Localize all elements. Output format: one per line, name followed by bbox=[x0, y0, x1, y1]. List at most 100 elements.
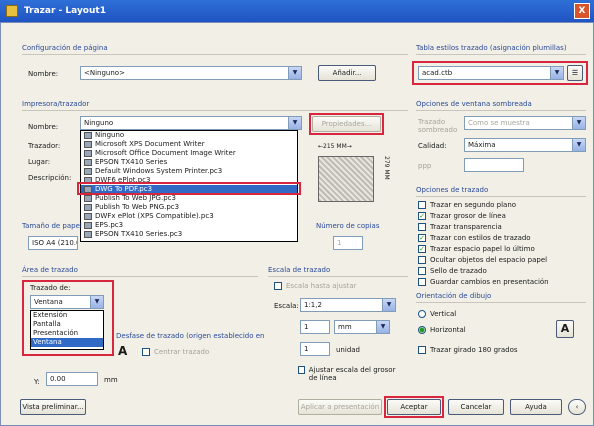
apply-to-layout-button[interactable]: Aplicar a presentación bbox=[298, 399, 382, 415]
copies-group-title: Número de copias bbox=[316, 222, 380, 230]
printer-option[interactable]: EPSON TX410 Series bbox=[81, 158, 297, 167]
fit-scale-checkbox[interactable]: Escala hasta ajustar bbox=[274, 282, 357, 290]
checkbox-box[interactable]: ✓ bbox=[418, 211, 426, 220]
plot-option-paperspace-last[interactable]: ✓ Trazar espacio papel lo último bbox=[418, 243, 586, 254]
printer-icon bbox=[84, 132, 92, 139]
plot-area-value: Ventana bbox=[34, 298, 63, 306]
scale-unit-select[interactable]: mm ▼ bbox=[334, 320, 390, 334]
style-table-divider bbox=[416, 54, 586, 55]
offset-y-label: Y: bbox=[34, 378, 40, 386]
plot-area-option[interactable]: Pantalla bbox=[31, 320, 103, 329]
orientation-group-title: Orientación de dibujo bbox=[416, 292, 492, 300]
printer-option[interactable]: Default Windows System Printer.pc3 bbox=[81, 167, 297, 176]
checkbox-box[interactable] bbox=[418, 266, 426, 275]
page-setup-name-select[interactable]: <Ninguno> ▼ bbox=[80, 66, 302, 80]
checkbox-box[interactable] bbox=[418, 346, 426, 354]
quality-select[interactable]: Máxima ▼ bbox=[464, 138, 586, 152]
plot-option-stamp[interactable]: Sello de trazado bbox=[418, 265, 586, 276]
printer-icon bbox=[84, 150, 92, 157]
scale-value-2-field[interactable]: 1 bbox=[300, 342, 330, 356]
portrait-radio[interactable]: Vertical bbox=[418, 310, 456, 318]
preview-button[interactable]: Vista preliminar... bbox=[20, 399, 86, 415]
dpi-field[interactable] bbox=[464, 158, 524, 172]
add-page-setup-button[interactable]: Añadir... bbox=[318, 65, 376, 81]
close-button[interactable]: X bbox=[574, 3, 590, 19]
printer-icon bbox=[84, 222, 92, 229]
plot-scale-divider bbox=[268, 276, 408, 277]
checkbox-box[interactable]: ✓ bbox=[418, 244, 426, 253]
scale-value-1-field[interactable]: 1 bbox=[300, 320, 330, 334]
plot-what-label: Trazado de: bbox=[30, 284, 71, 292]
quality-value: Máxima bbox=[468, 141, 496, 149]
checkbox-box[interactable]: ✓ bbox=[418, 233, 426, 242]
orientation-preview-icon: A bbox=[556, 320, 574, 338]
center-plot-checkbox[interactable]: Centrar trazado bbox=[142, 348, 209, 356]
selected-printer-highlight bbox=[77, 182, 301, 195]
scale-unit-value: mm bbox=[338, 323, 352, 331]
plot-option-save-changes[interactable]: Guardar cambios en presentación bbox=[418, 276, 586, 287]
more-options-button[interactable]: ‹ bbox=[568, 399, 586, 415]
plot-area-group-title: Área de trazado bbox=[22, 266, 78, 274]
plot-area-option[interactable]: Presentación bbox=[31, 329, 103, 338]
help-button[interactable]: Ayuda bbox=[510, 399, 562, 415]
checkbox-box[interactable] bbox=[418, 200, 426, 209]
page-setup-group-title: Configuración de página bbox=[22, 44, 108, 52]
plot-scale-group-title: Escala de trazado bbox=[268, 266, 331, 274]
offset-y-field[interactable]: 0.00 bbox=[46, 372, 98, 386]
plot-option-background[interactable]: Trazar en segundo plano bbox=[418, 199, 586, 210]
radio-button-selected[interactable] bbox=[418, 326, 426, 334]
radio-button[interactable] bbox=[418, 310, 426, 318]
style-table-select[interactable]: acad.ctb ▼ bbox=[418, 66, 564, 80]
plot-option-styles[interactable]: ✓ Trazar con estilos de trazado bbox=[418, 232, 586, 243]
plot-options-list: Trazar en segundo plano ✓ Trazar grosor d… bbox=[418, 199, 586, 287]
chevron-down-icon: ▼ bbox=[572, 139, 585, 151]
scale-lineweights-checkbox[interactable]: Ajustar escala del grosor de línea bbox=[298, 366, 402, 382]
checkbox-box[interactable] bbox=[418, 255, 426, 264]
scale-select[interactable]: 1:1,2 ▼ bbox=[300, 298, 396, 312]
shaded-viewport-group-title: Opciones de ventana sombreada bbox=[416, 100, 532, 108]
window-title: Trazar - Layout1 bbox=[24, 6, 106, 16]
plot-option-transparency[interactable]: Trazar transparencia bbox=[418, 221, 586, 232]
checkbox-box[interactable] bbox=[418, 222, 426, 231]
copies-stepper[interactable]: 1 bbox=[333, 236, 363, 250]
printer-option[interactable]: Microsoft Office Document Image Writer bbox=[81, 149, 297, 158]
printer-option[interactable]: DWFx ePlot (XPS Compatible).pc3 bbox=[81, 212, 297, 221]
ok-button[interactable]: Aceptar bbox=[387, 399, 441, 415]
printer-name-label: Nombre: bbox=[28, 123, 59, 131]
edit-icon[interactable]: ☰ bbox=[567, 65, 583, 81]
checkbox-box[interactable] bbox=[418, 277, 426, 286]
printer-icon bbox=[84, 204, 92, 211]
paper-size-select[interactable]: ISO A4 (210.00 x 297.00 MM) bbox=[28, 236, 78, 250]
printer-option[interactable]: Publish To Web PNG.pc3 bbox=[81, 203, 297, 212]
shade-plot-value: Como se muestra bbox=[468, 119, 530, 127]
plot-options-divider bbox=[416, 196, 586, 197]
cancel-button[interactable]: Cancelar bbox=[448, 399, 504, 415]
plot-area-select[interactable]: Ventana ▼ bbox=[30, 295, 104, 309]
shade-plot-label: Trazado sombreado bbox=[418, 118, 458, 134]
checkbox-box[interactable] bbox=[142, 348, 150, 356]
printer-option[interactable]: EPSON TX410 Series.pc3 bbox=[81, 230, 297, 239]
printer-name-select[interactable]: Ninguno ▼ bbox=[80, 116, 302, 130]
paper-preview bbox=[318, 156, 374, 202]
printer-option[interactable]: Microsoft XPS Document Writer bbox=[81, 140, 297, 149]
plot-area-option[interactable]: Extensión bbox=[31, 311, 103, 320]
printer-option[interactable]: Publish To Web JPG.pc3 bbox=[81, 194, 297, 203]
checkbox-box[interactable] bbox=[274, 282, 282, 290]
landscape-radio[interactable]: Horizontal bbox=[418, 326, 466, 334]
page-setup-name-value: <Ninguno> bbox=[84, 69, 125, 77]
plot-area-option-selected[interactable]: Ventana bbox=[31, 338, 103, 347]
plot-option-hide-objects[interactable]: Ocultar objetos del espacio papel bbox=[418, 254, 586, 265]
printer-properties-button[interactable]: Propiedades... bbox=[312, 116, 381, 132]
title-bar: Trazar - Layout1 X bbox=[0, 0, 594, 22]
plot-option-lineweights[interactable]: ✓ Trazar grosor de línea bbox=[418, 210, 586, 221]
printer-icon bbox=[84, 159, 92, 166]
printer-option[interactable]: EPS.pc3 bbox=[81, 221, 297, 230]
shade-plot-select[interactable]: Como se muestra ▼ bbox=[464, 116, 586, 130]
copies-value: 1 bbox=[337, 239, 342, 247]
checkbox-box[interactable] bbox=[298, 366, 305, 374]
printer-option[interactable]: Ninguno bbox=[81, 131, 297, 140]
plot-area-dropdown-list[interactable]: Extensión Pantalla Presentación Ventana bbox=[30, 310, 104, 350]
plot-options-group-title: Opciones de trazado bbox=[416, 186, 489, 194]
upside-down-checkbox[interactable]: Trazar girado 180 grados bbox=[418, 346, 518, 354]
printer-icon bbox=[84, 168, 92, 175]
